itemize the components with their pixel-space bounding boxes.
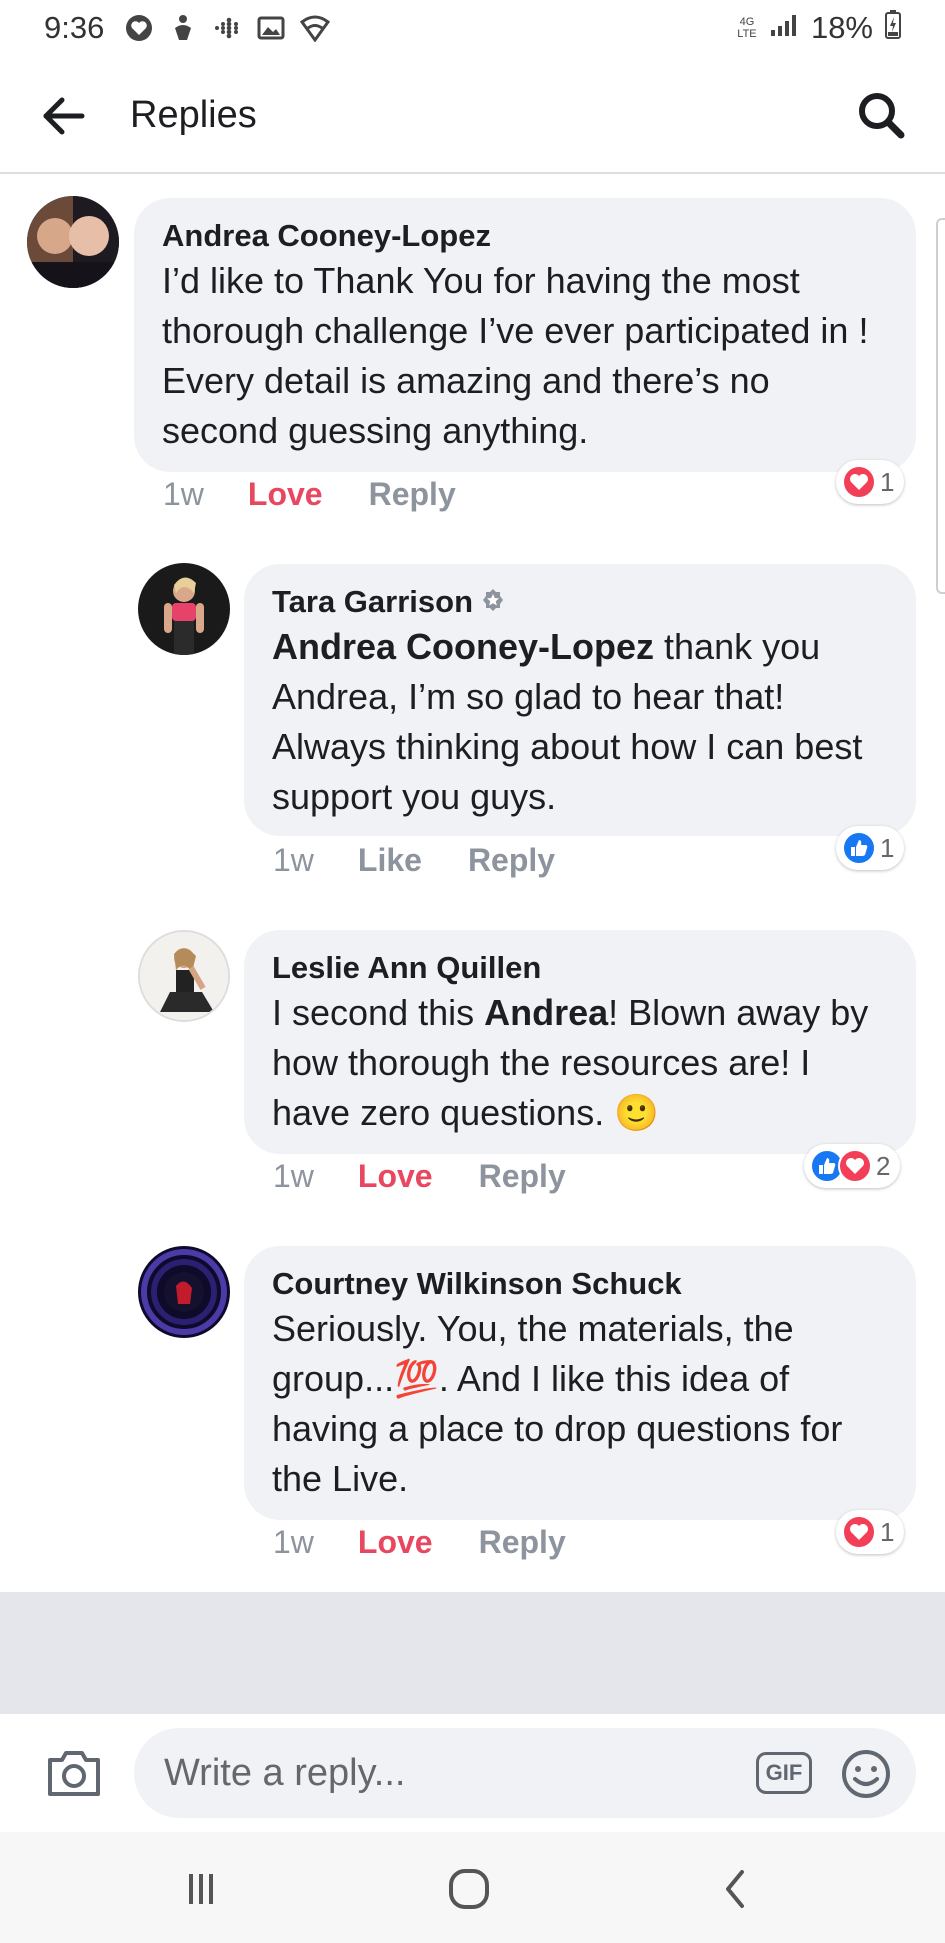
mention-link[interactable]: Andrea (484, 992, 608, 1033)
home-icon[interactable] (444, 1864, 494, 1914)
camera-icon[interactable] (46, 1748, 102, 1798)
reaction-summary[interactable]: 1 (836, 1510, 905, 1554)
signal-icon (769, 10, 799, 46)
comment-text: Seriously. You, the materials, the group… (272, 1308, 843, 1499)
network-indicator: 4G LTE (737, 16, 757, 40)
comment-body-start: I second this (272, 992, 485, 1033)
battery-icon (885, 9, 901, 47)
scroll-indicator[interactable] (936, 218, 945, 594)
reaction-count: 1 (880, 1516, 895, 1547)
avatar[interactable] (138, 1246, 230, 1338)
comment-author[interactable]: Courtney Wilkinson Schuck (272, 1264, 888, 1304)
like-reaction-icon (842, 831, 876, 865)
comment-author[interactable]: Leslie Ann Quillen (272, 948, 888, 988)
reply-button[interactable]: Reply (468, 842, 555, 879)
status-bar: 9:36 4G LTE 18% (0, 0, 945, 56)
reaction-count: 2 (876, 1150, 891, 1181)
comment-text: I second this Andrea! Blown away by how … (272, 988, 888, 1138)
heart-reaction-icon (842, 465, 876, 499)
comment-author[interactable]: Andrea Cooney-Lopez (162, 216, 888, 256)
system-nav-bar (0, 1832, 945, 1943)
comment-text: Andrea Cooney-Lopez thank you Andrea, I’… (272, 622, 888, 822)
comment-author[interactable]: Tara Garrison (272, 582, 888, 622)
back-arrow-icon[interactable] (40, 96, 86, 136)
comment-time[interactable]: 1w (273, 842, 314, 879)
heart-reaction-icon (838, 1149, 872, 1183)
comment-bubble[interactable]: Courtney Wilkinson Schuck Seriously. You… (244, 1246, 916, 1520)
comment-time[interactable]: 1w (273, 1524, 314, 1561)
comment-bubble[interactable]: Andrea Cooney-Lopez I’d like to Thank Yo… (134, 198, 916, 472)
author-name[interactable]: Tara Garrison (272, 582, 473, 622)
reaction-summary[interactable]: 2 (804, 1144, 901, 1188)
reply-button[interactable]: Reply (369, 476, 456, 513)
avatar[interactable] (138, 563, 230, 655)
love-button[interactable]: Love (358, 1158, 433, 1195)
comment-text: I’d like to Thank You for having the mos… (162, 260, 869, 451)
search-icon[interactable] (856, 90, 906, 140)
reaction-count: 1 (880, 466, 895, 497)
comment-actions: 1w Love Reply (273, 1158, 566, 1195)
page-title: Replies (130, 94, 257, 136)
gif-button[interactable]: GIF (756, 1752, 812, 1794)
comment-actions: 1w Love Reply (163, 476, 456, 513)
reaction-summary[interactable]: 1 (836, 460, 905, 504)
reaction-summary[interactable]: 1 (836, 826, 905, 870)
comment-bubble[interactable]: Tara Garrison Andrea Cooney-Lopez thank … (244, 564, 916, 836)
heart-reaction-icon (842, 1515, 876, 1549)
reply-button[interactable]: Reply (479, 1524, 566, 1561)
wifi-icon (300, 13, 331, 43)
fitness-icon (168, 13, 198, 43)
avatar[interactable] (27, 196, 119, 288)
heart-notification-icon (124, 13, 154, 43)
reply-composer: GIF (0, 1714, 945, 1832)
avatar[interactable] (138, 930, 230, 1022)
app-header: Replies (0, 56, 945, 174)
back-icon[interactable] (712, 1864, 762, 1914)
verified-badge-icon (481, 582, 505, 622)
love-button[interactable]: Love (248, 476, 323, 513)
comment-time[interactable]: 1w (163, 476, 204, 513)
reaction-count: 1 (880, 832, 895, 863)
reply-button[interactable]: Reply (479, 1158, 566, 1195)
comment-bubble[interactable]: Leslie Ann Quillen I second this Andrea!… (244, 930, 916, 1154)
gallery-icon (256, 13, 286, 43)
like-button[interactable]: Like (358, 842, 422, 879)
status-time: 9:36 (44, 10, 105, 45)
comment-actions: 1w Love Reply (273, 1524, 566, 1561)
battery-percent: 18% (810, 10, 873, 45)
emoji-icon[interactable] (840, 1748, 892, 1800)
mention-link[interactable]: Andrea Cooney-Lopez (272, 626, 654, 667)
love-button[interactable]: Love (358, 1524, 433, 1561)
comment-time[interactable]: 1w (273, 1158, 314, 1195)
empty-area (0, 1592, 945, 1714)
comment-actions: 1w Like Reply (273, 842, 555, 879)
fitbit-icon (212, 13, 242, 43)
recent-apps-icon[interactable] (180, 1864, 230, 1914)
